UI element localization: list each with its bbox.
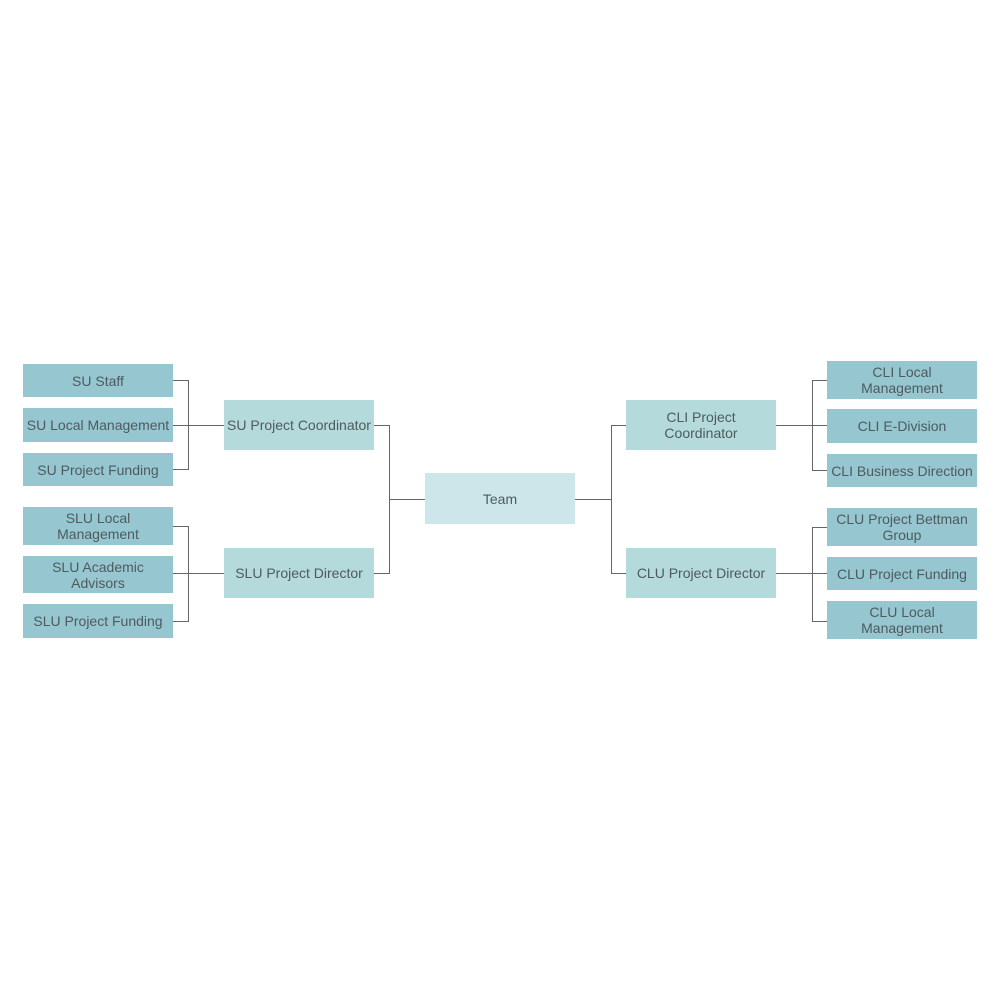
cli-business-direction-node[interactable]: CLI Business Direction <box>827 454 977 487</box>
slu-local-management-node[interactable]: SLU Local Management <box>23 507 173 545</box>
slu-academic-advisors-node[interactable]: SLU Academic Advisors <box>23 556 173 593</box>
su-coordinator-node[interactable]: SU Project Coordinator <box>224 400 374 450</box>
clu-bettman-group-node[interactable]: CLU Project Bettman Group <box>827 508 977 546</box>
connector-clu <box>776 527 827 622</box>
team-node[interactable]: Team <box>425 473 575 524</box>
connector-left <box>374 425 425 574</box>
connector-slu <box>173 526 224 622</box>
clu-project-funding-node[interactable]: CLU Project Funding <box>827 557 977 590</box>
connector-right <box>575 425 626 574</box>
connector-su <box>173 380 224 470</box>
slu-project-funding-node[interactable]: SLU Project Funding <box>23 604 173 638</box>
clu-local-management-node[interactable]: CLU Local Management <box>827 601 977 639</box>
connector-cli <box>776 380 827 471</box>
cli-coordinator-node[interactable]: CLI Project Coordinator <box>626 400 776 450</box>
su-project-funding-node[interactable]: SU Project Funding <box>23 453 173 486</box>
slu-director-node[interactable]: SLU Project Director <box>224 548 374 598</box>
cli-local-management-node[interactable]: CLI Local Management <box>827 361 977 399</box>
clu-director-node[interactable]: CLU Project Director <box>626 548 776 598</box>
cli-e-division-node[interactable]: CLI E-Division <box>827 409 977 443</box>
su-staff-node[interactable]: SU Staff <box>23 364 173 397</box>
su-local-management-node[interactable]: SU Local Management <box>23 408 173 442</box>
